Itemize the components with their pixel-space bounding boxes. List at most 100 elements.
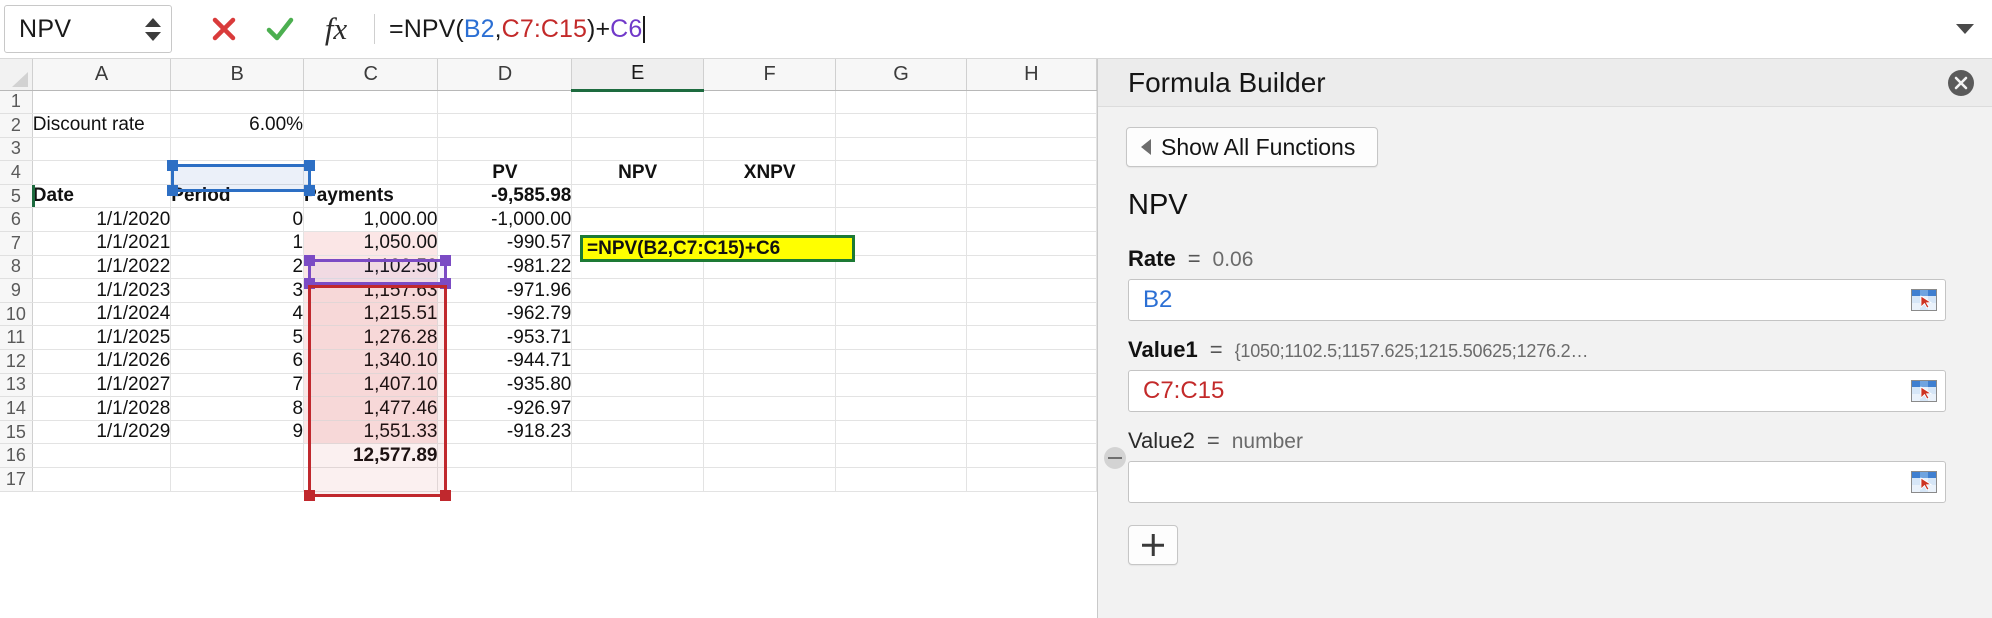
- cell-e14[interactable]: [571, 396, 704, 421]
- cell-e9[interactable]: [571, 278, 704, 303]
- cell-c12[interactable]: 1,340.10: [303, 349, 439, 374]
- row-header-14[interactable]: 14: [0, 396, 33, 421]
- cell-f6[interactable]: [703, 207, 837, 233]
- cell-c8[interactable]: 1,102.50: [303, 255, 439, 280]
- column-header-d[interactable]: D: [437, 59, 573, 91]
- cell-e3[interactable]: [571, 137, 704, 162]
- cell-h4[interactable]: [966, 160, 1097, 185]
- cell-e5[interactable]: [571, 184, 704, 209]
- cell-c6[interactable]: 1,000.00: [303, 207, 439, 233]
- cell-h7[interactable]: [966, 231, 1097, 256]
- cell-d1[interactable]: [437, 90, 573, 115]
- cell-e16[interactable]: [571, 443, 704, 468]
- cell-d7[interactable]: -990.57: [437, 231, 573, 256]
- cell-c4[interactable]: [303, 160, 439, 185]
- cell-e17[interactable]: [571, 467, 704, 492]
- cell-d6[interactable]: -1,000.00: [437, 207, 573, 233]
- name-box-stepper[interactable]: [141, 6, 171, 52]
- cell-g13[interactable]: [835, 373, 967, 398]
- cell-c17[interactable]: [303, 467, 439, 492]
- cell-b9[interactable]: 3: [170, 278, 305, 303]
- cell-a7[interactable]: 1/1/2021: [32, 231, 172, 256]
- cell-g16[interactable]: [835, 443, 967, 468]
- cell-b14[interactable]: 8: [170, 396, 305, 421]
- cell-d11[interactable]: -953.71: [437, 325, 573, 351]
- argument-value2-input[interactable]: [1128, 461, 1946, 503]
- cell-g2[interactable]: [835, 113, 967, 138]
- cell-f2[interactable]: [703, 113, 837, 138]
- cell-d9[interactable]: -971.96: [437, 278, 573, 303]
- active-cell-editor-e5[interactable]: =NPV(B2,C7:C15)+C6: [580, 235, 855, 262]
- row-header-7[interactable]: 7: [0, 231, 33, 256]
- minus-circle-icon[interactable]: [1104, 446, 1126, 469]
- cell-h8[interactable]: [966, 255, 1097, 280]
- cell-b4[interactable]: [170, 160, 305, 185]
- cell-f10[interactable]: [703, 302, 837, 327]
- row-header-6[interactable]: 6: [0, 207, 33, 233]
- cell-h13[interactable]: [966, 373, 1097, 398]
- cell-e11[interactable]: [571, 325, 704, 351]
- cell-g4[interactable]: [835, 160, 967, 185]
- cell-b3[interactable]: [170, 137, 305, 162]
- row-header-12[interactable]: 12: [0, 349, 33, 374]
- cell-h17[interactable]: [966, 467, 1097, 492]
- cell-a9[interactable]: 1/1/2023: [32, 278, 172, 303]
- cell-d14[interactable]: -926.97: [437, 396, 573, 421]
- row-header-9[interactable]: 9: [0, 278, 33, 303]
- cell-a12[interactable]: 1/1/2026: [32, 349, 172, 374]
- cell-a14[interactable]: 1/1/2028: [32, 396, 172, 421]
- cell-f13[interactable]: [703, 373, 837, 398]
- column-header-g[interactable]: G: [835, 59, 967, 91]
- row-header-2[interactable]: 2: [0, 113, 33, 138]
- cell-e4[interactable]: NPV: [571, 160, 704, 185]
- cell-h9[interactable]: [966, 278, 1097, 303]
- cell-c1[interactable]: [303, 90, 439, 115]
- resize-handle-se[interactable]: [440, 490, 451, 501]
- row-header-15[interactable]: 15: [0, 420, 33, 445]
- cell-h6[interactable]: [966, 207, 1097, 233]
- range-picker-icon[interactable]: [1911, 289, 1937, 311]
- row-header-4[interactable]: 4: [0, 160, 33, 185]
- cell-a13[interactable]: 1/1/2027: [32, 373, 172, 398]
- cell-b8[interactable]: 2: [170, 255, 305, 280]
- cell-f9[interactable]: [703, 278, 837, 303]
- cell-c2[interactable]: [303, 113, 439, 138]
- cell-h5[interactable]: [966, 184, 1097, 209]
- cell-f11[interactable]: [703, 325, 837, 351]
- cell-c10[interactable]: 1,215.51: [303, 302, 439, 327]
- stepper-down-icon[interactable]: [145, 31, 161, 41]
- cell-h2[interactable]: [966, 113, 1097, 138]
- cell-d12[interactable]: -944.71: [437, 349, 573, 374]
- cell-c7[interactable]: 1,050.00: [303, 231, 439, 256]
- cell-f12[interactable]: [703, 349, 837, 374]
- row-header-16[interactable]: 16: [0, 443, 33, 468]
- cell-h10[interactable]: [966, 302, 1097, 327]
- cell-e2[interactable]: [571, 113, 704, 138]
- row-header-1[interactable]: 1: [0, 90, 33, 115]
- cell-d16[interactable]: [437, 443, 573, 468]
- cell-d13[interactable]: -935.80: [437, 373, 573, 398]
- cell-g8[interactable]: [835, 255, 967, 280]
- cell-c11[interactable]: 1,276.28: [303, 325, 439, 351]
- column-header-b[interactable]: B: [170, 59, 305, 91]
- column-header-e[interactable]: E: [571, 59, 704, 92]
- cell-d10[interactable]: -962.79: [437, 302, 573, 327]
- cell-h3[interactable]: [966, 137, 1097, 162]
- cell-e15[interactable]: [571, 420, 704, 445]
- cell-e12[interactable]: [571, 349, 704, 374]
- cell-b1[interactable]: [170, 90, 305, 115]
- cell-a5[interactable]: Date: [31, 184, 172, 209]
- chevron-down-icon[interactable]: [1956, 24, 1974, 34]
- cell-d17[interactable]: [437, 467, 573, 492]
- cell-b6[interactable]: 0: [170, 207, 305, 233]
- cell-g14[interactable]: [835, 396, 967, 421]
- cell-b15[interactable]: 9: [170, 420, 305, 445]
- cell-h12[interactable]: [966, 349, 1097, 374]
- cell-g7[interactable]: [835, 231, 967, 256]
- cell-b16[interactable]: [170, 443, 305, 468]
- cell-d3[interactable]: [437, 137, 573, 162]
- cell-e13[interactable]: [571, 373, 704, 398]
- cell-h14[interactable]: [966, 396, 1097, 421]
- range-picker-icon[interactable]: [1911, 471, 1937, 493]
- row-header-13[interactable]: 13: [0, 373, 33, 398]
